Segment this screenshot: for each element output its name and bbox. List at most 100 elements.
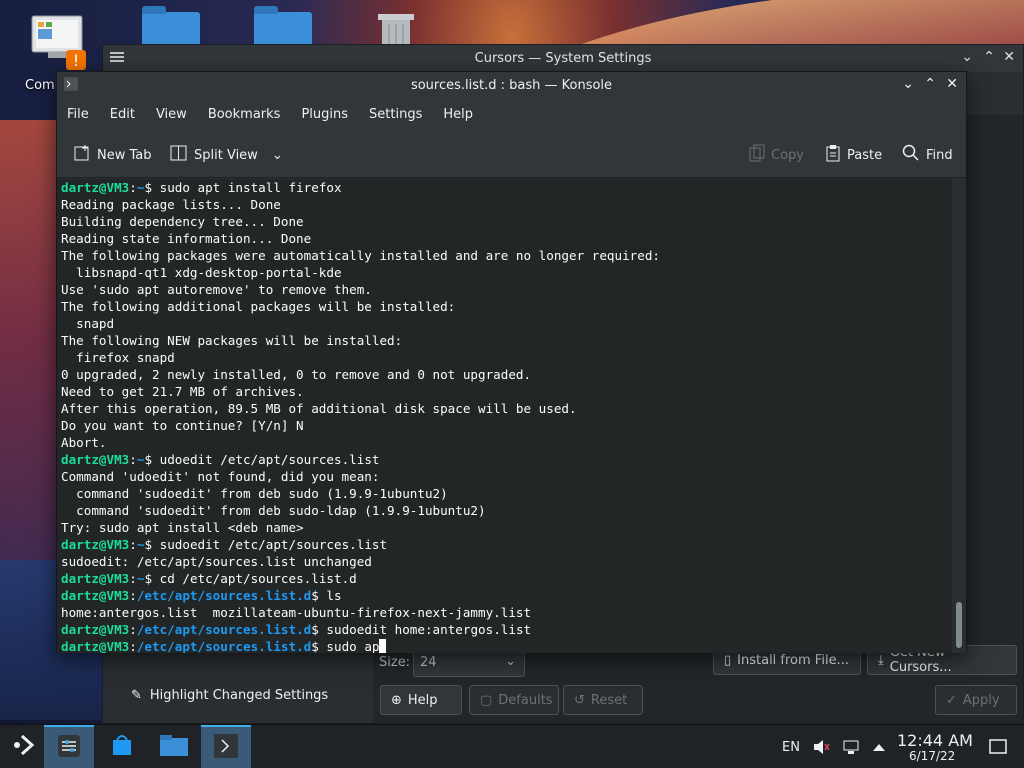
reset-button[interactable]: ↺ Reset (563, 685, 643, 715)
size-select[interactable]: 24 ⌄ (413, 649, 525, 677)
menu-edit[interactable]: Edit (110, 107, 135, 122)
menu-settings[interactable]: Settings (369, 107, 422, 122)
show-desktop-icon[interactable] (989, 725, 1007, 768)
help-label: Help (407, 692, 438, 708)
prompt-user: dartz@VM3 (61, 537, 130, 552)
language-label: EN (782, 739, 800, 755)
size-label: Size: (379, 655, 411, 670)
defaults-button[interactable]: ▢ Defaults (469, 685, 559, 715)
terminal-app-icon[interactable] (63, 76, 79, 96)
task-konsole[interactable] (201, 725, 251, 768)
paste-button[interactable]: Paste (825, 144, 882, 166)
copy-button[interactable]: Copy (749, 144, 804, 166)
scrollbar-thumb[interactable] (956, 602, 962, 648)
copy-label: Copy (771, 147, 804, 163)
reset-icon: ↺ (574, 692, 585, 708)
menu-plugins[interactable]: Plugins (301, 107, 348, 122)
prompt-path: ~ (136, 180, 145, 195)
new-tab-button[interactable]: New Tab (73, 144, 152, 166)
terminal-output-line: Command 'udoedit' not found, did you mea… (61, 469, 380, 484)
file-icon: ▯ (724, 652, 732, 668)
terminal-prompt-line: dartz@VM3:~$ udoedit /etc/apt/sources.li… (61, 452, 380, 467)
prompt-user: dartz@VM3 (61, 452, 130, 467)
new-tab-icon (73, 144, 91, 166)
folder-icon (159, 732, 189, 762)
discover-icon (109, 732, 135, 762)
prompt-path: ~ (136, 537, 145, 552)
tray-expand-icon[interactable] (872, 725, 886, 768)
terminal-prompt-line: dartz@VM3:~$ sudo apt install firefox (61, 180, 342, 195)
prompt-path: ~ (136, 452, 145, 467)
prompt-user: dartz@VM3 (61, 588, 130, 603)
menu-help[interactable]: Help (443, 107, 473, 122)
terminal-output-line: Building dependency tree... Done (61, 214, 304, 229)
terminal-output-line: command 'sudoedit' from deb sudo (1.9.9-… (61, 486, 448, 501)
terminal-output-line: Reading package lists... Done (61, 197, 281, 212)
menu-bookmarks[interactable]: Bookmarks (208, 107, 281, 122)
terminal-prompt-line: dartz@VM3:~$ sudoedit /etc/apt/sources.l… (61, 537, 388, 552)
konsole-window[interactable]: sources.list.d : bash — Konsole ⌄ ⌃ ✕ Fi… (56, 71, 967, 653)
check-icon: ✓ (946, 692, 957, 708)
terminal-output-line: Reading state information... Done (61, 231, 312, 246)
highlight-changed-button[interactable]: ✎ Highlight Changed Settings (131, 688, 328, 703)
app-launcher-button[interactable] (0, 725, 50, 768)
task-discover[interactable] (97, 725, 147, 768)
terminal-scrollbar[interactable] (952, 179, 966, 653)
folder-icon[interactable] (254, 6, 312, 46)
size-value: 24 (420, 655, 437, 670)
svg-text:!: ! (73, 51, 79, 70)
menu-file[interactable]: File (67, 107, 89, 122)
konsole-menubar: File Edit View Bookmarks Plugins Setting… (57, 98, 966, 130)
taskbar: EN 12:44 AM 6/17/22 (0, 724, 1024, 768)
clock-date[interactable]: 6/17/22 (909, 749, 955, 763)
terminal-output-line: Do you want to continue? [Y/n] N (61, 418, 304, 433)
konsole-title: sources.list.d : bash — Konsole (410, 77, 613, 93)
minimize-icon[interactable]: ⌄ (902, 76, 914, 92)
split-view-button[interactable]: Split View ⌄ (170, 144, 283, 166)
highlight-changed-label: Highlight Changed Settings (149, 688, 329, 703)
volume-muted-icon[interactable] (812, 725, 830, 768)
terminal-output-line: command 'sudoedit' from deb sudo-ldap (1… (61, 503, 486, 518)
prompt-user: dartz@VM3 (61, 622, 130, 637)
find-label: Find (926, 147, 953, 163)
reset-label: Reset (590, 692, 628, 708)
terminal-output-line: snapd (61, 316, 115, 331)
terminal-output-line: The following packages were automaticall… (61, 248, 660, 263)
konsole-titlebar[interactable]: sources.list.d : bash — Konsole ⌄ ⌃ ✕ (57, 72, 966, 98)
help-button[interactable]: ⊕ Help (380, 685, 462, 715)
network-icon[interactable] (842, 725, 860, 768)
minimize-icon[interactable]: ⌄ (961, 49, 973, 65)
clock-time[interactable]: 12:44 AM (897, 731, 973, 750)
terminal-output-line: Try: sudo apt install <deb name> (61, 520, 304, 535)
task-dolphin[interactable] (149, 725, 199, 768)
prompt-command: udoedit /etc/apt/sources.list (159, 452, 380, 467)
apply-label: Apply (962, 692, 1000, 708)
menu-view[interactable]: View (156, 107, 187, 122)
close-icon[interactable]: ✕ (946, 76, 958, 92)
terminal-prompt-line: dartz@VM3:/etc/apt/sources.list.d$ sudo … (61, 638, 949, 653)
maximize-icon[interactable]: ⌃ (924, 76, 936, 92)
prompt-path: ~ (136, 571, 145, 586)
terminal-output-line: The following NEW packages will be insta… (61, 333, 403, 348)
terminal-prompt-line: dartz@VM3:/etc/apt/sources.list.d$ sudoe… (61, 622, 532, 637)
prompt-user: dartz@VM3 (61, 571, 130, 586)
close-icon[interactable]: ✕ (1003, 49, 1015, 65)
terminal-output-line: Use 'sudo apt autoremove' to remove them… (61, 282, 372, 297)
find-button[interactable]: Find (902, 144, 953, 166)
terminal-output-line: Need to get 21.7 MB of archives. (61, 384, 304, 399)
download-icon: ⤓ (878, 652, 884, 668)
apply-button[interactable]: ✓ Apply (935, 685, 1017, 715)
chevron-down-icon[interactable]: ⌄ (272, 148, 283, 163)
app-menu-icon[interactable] (109, 50, 125, 68)
folder-icon[interactable] (142, 6, 200, 46)
maximize-icon[interactable]: ⌃ (983, 49, 995, 65)
terminal-output-line: After this operation, 89.5 MB of additio… (61, 401, 577, 416)
chevron-down-icon: ⌄ (505, 654, 516, 669)
task-system-settings[interactable] (44, 725, 94, 768)
system-settings-titlebar[interactable]: Cursors — System Settings ⌄ ⌃ ✕ (103, 45, 1023, 72)
terminal-output[interactable]: dartz@VM3:~$ sudo apt install firefox Rea… (57, 179, 953, 653)
language-indicator[interactable]: EN (782, 725, 800, 768)
terminal-prompt-line: dartz@VM3:~$ cd /etc/apt/sources.list.d (61, 571, 357, 586)
computer-icon[interactable]: ! (30, 10, 94, 70)
terminal-output-line: 0 upgraded, 2 newly installed, 0 to remo… (61, 367, 532, 382)
